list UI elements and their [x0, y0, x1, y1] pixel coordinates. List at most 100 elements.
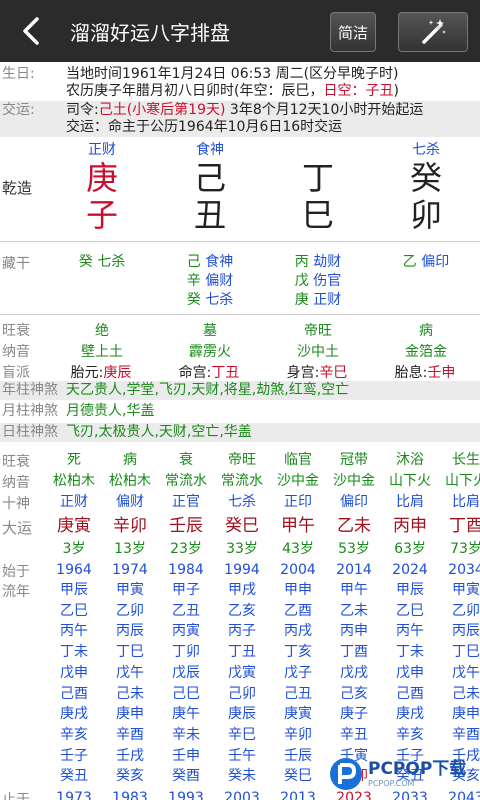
liunian-item[interactable]: 丙子 — [214, 622, 270, 640]
branch-year: 子 — [85, 196, 118, 234]
dayun-start-year: 1974 — [112, 562, 148, 578]
liunian-item[interactable]: 壬子 — [46, 747, 102, 765]
liunian-item[interactable]: 丙寅 — [158, 622, 214, 640]
canggan-shen: 七杀 — [97, 254, 126, 270]
liunian-item[interactable]: 辛卯 — [270, 726, 326, 744]
liunian-item[interactable]: 庚子 — [326, 705, 382, 723]
liunian-item[interactable]: 辛酉 — [102, 726, 158, 744]
dayun-ganzhi[interactable]: 甲午 — [270, 515, 326, 537]
dayun-wangshuai: 帝旺 — [228, 452, 256, 468]
liunian-item[interactable]: 甲寅 — [438, 581, 480, 599]
magic-wand-button[interactable] — [398, 12, 468, 52]
liunian-item[interactable]: 戊戌 — [326, 664, 382, 682]
liunian-item[interactable]: 辛酉 — [438, 726, 480, 744]
liunian-item[interactable]: 壬午 — [214, 747, 270, 765]
liunian-item[interactable]: 乙巳 — [382, 602, 438, 620]
dayun-ganzhi[interactable]: 庚寅 — [46, 515, 102, 537]
liunian-item[interactable]: 辛亥 — [46, 726, 102, 744]
liunian-item[interactable]: 丁亥 — [270, 643, 326, 661]
liunian-item[interactable]: 壬辰 — [270, 747, 326, 765]
liunian-item[interactable]: 癸未 — [214, 767, 270, 785]
liunian-item[interactable]: 乙卯 — [438, 602, 480, 620]
liunian-item[interactable]: 戊午 — [438, 664, 480, 682]
canggan-col-1: 癸 七杀 — [70, 253, 134, 272]
liunian-item[interactable]: 戊午 — [102, 664, 158, 682]
liunian-item[interactable]: 丙辰 — [438, 622, 480, 640]
liunian-item[interactable]: 丁丑 — [214, 643, 270, 661]
liunian-item[interactable]: 己未 — [438, 685, 480, 703]
liunian-item[interactable]: 甲寅 — [102, 581, 158, 599]
liunian-item[interactable]: 戊子 — [270, 664, 326, 682]
liunian-item[interactable]: 丙申 — [326, 622, 382, 640]
liunian-item[interactable]: 癸亥 — [102, 767, 158, 785]
liunian-item[interactable]: 丁未 — [46, 643, 102, 661]
liunian-item[interactable]: 壬戌 — [102, 747, 158, 765]
back-button[interactable] — [0, 0, 62, 62]
liunian-item[interactable]: 庚寅 — [270, 705, 326, 723]
liunian-item[interactable]: 丙辰 — [102, 622, 158, 640]
liunian-item[interactable]: 丙午 — [382, 622, 438, 640]
liunian-item[interactable]: 己丑 — [270, 685, 326, 703]
liunian-item[interactable]: 甲辰 — [382, 581, 438, 599]
liunian-item[interactable]: 癸丑 — [46, 767, 102, 785]
liunian-item[interactable]: 戊寅 — [214, 664, 270, 682]
liunian-item[interactable]: 乙丑 — [158, 602, 214, 620]
shengong-label: 身宫: — [286, 365, 320, 381]
liunian-item[interactable]: 甲戌 — [214, 581, 270, 599]
simple-mode-button[interactable]: 简洁 — [330, 12, 376, 52]
liunian-item[interactable]: 丁巳 — [438, 643, 480, 661]
liunian-item[interactable]: 庚戌 — [382, 705, 438, 723]
liunian-item[interactable]: 甲午 — [326, 581, 382, 599]
dayun-ganzhi[interactable]: 乙未 — [326, 515, 382, 537]
liunian-item[interactable]: 辛未 — [158, 726, 214, 744]
liunian-item[interactable]: 己卯 — [214, 685, 270, 703]
liunian-item[interactable]: 戊申 — [382, 664, 438, 682]
dayun-ganzhi[interactable]: 壬辰 — [158, 515, 214, 537]
canggan-item: 乙 偏印 — [394, 253, 458, 272]
liunian-item[interactable]: 庚申 — [438, 705, 480, 723]
liunian-item[interactable]: 辛丑 — [326, 726, 382, 744]
dayun-ganzhi[interactable]: 癸巳 — [214, 515, 270, 537]
shiyu-label: 始于 — [2, 564, 30, 580]
liunian-item[interactable]: 己酉 — [46, 685, 102, 703]
liunian-item[interactable]: 甲子 — [158, 581, 214, 599]
liunian-item[interactable]: 丁卯 — [158, 643, 214, 661]
liunian-item[interactable]: 丁巳 — [102, 643, 158, 661]
branch-month: 丑 — [193, 196, 226, 234]
liunian-item[interactable]: 丁酉 — [326, 643, 382, 661]
canggan-shen: 正财 — [313, 292, 342, 308]
liunian-item[interactable]: 戊辰 — [158, 664, 214, 682]
dayun-shishen: 正官 — [172, 494, 200, 510]
dayun-ganzhi[interactable]: 辛卯 — [102, 515, 158, 537]
liunian-item[interactable]: 乙未 — [326, 602, 382, 620]
birth-lunar-end: ) — [393, 83, 399, 99]
liunian-item[interactable]: 甲辰 — [46, 581, 102, 599]
liunian-item[interactable]: 己未 — [102, 685, 158, 703]
liunian-item[interactable]: 癸酉 — [158, 767, 214, 785]
liunian-item[interactable]: 己巳 — [158, 685, 214, 703]
liunian-item[interactable]: 丙午 — [46, 622, 102, 640]
liunian-item[interactable]: 庚戌 — [46, 705, 102, 723]
liunian-item[interactable]: 乙巳 — [46, 602, 102, 620]
app-header: 溜溜好运八字排盘 简洁 — [0, 0, 480, 62]
liunian-item[interactable]: 乙酉 — [270, 602, 326, 620]
dayun-nayin: 山下火 — [445, 473, 480, 489]
liunian-item[interactable]: 庚午 — [158, 705, 214, 723]
liunian-item[interactable]: 辛巳 — [214, 726, 270, 744]
liunian-item[interactable]: 丁未 — [382, 643, 438, 661]
liunian-item[interactable]: 辛亥 — [382, 726, 438, 744]
liunian-item[interactable]: 乙卯 — [102, 602, 158, 620]
liunian-item[interactable]: 甲申 — [270, 581, 326, 599]
dayun-ganzhi[interactable]: 丁酉 — [438, 515, 480, 537]
liunian-item[interactable]: 乙亥 — [214, 602, 270, 620]
liunian-item[interactable]: 己亥 — [326, 685, 382, 703]
liunian-item[interactable]: 癸巳 — [270, 767, 326, 785]
liunian-item[interactable]: 戊申 — [46, 664, 102, 682]
liunian-item[interactable]: 己酉 — [382, 685, 438, 703]
liunian-item[interactable]: 庚申 — [102, 705, 158, 723]
liunian-item[interactable]: 壬申 — [158, 747, 214, 765]
birth-lunar-text: 农历庚子年腊月初八日卯时(年空：辰巳， — [66, 83, 324, 99]
liunian-item[interactable]: 庚辰 — [214, 705, 270, 723]
liunian-item[interactable]: 丙戌 — [270, 622, 326, 640]
dayun-ganzhi[interactable]: 丙申 — [382, 515, 438, 537]
